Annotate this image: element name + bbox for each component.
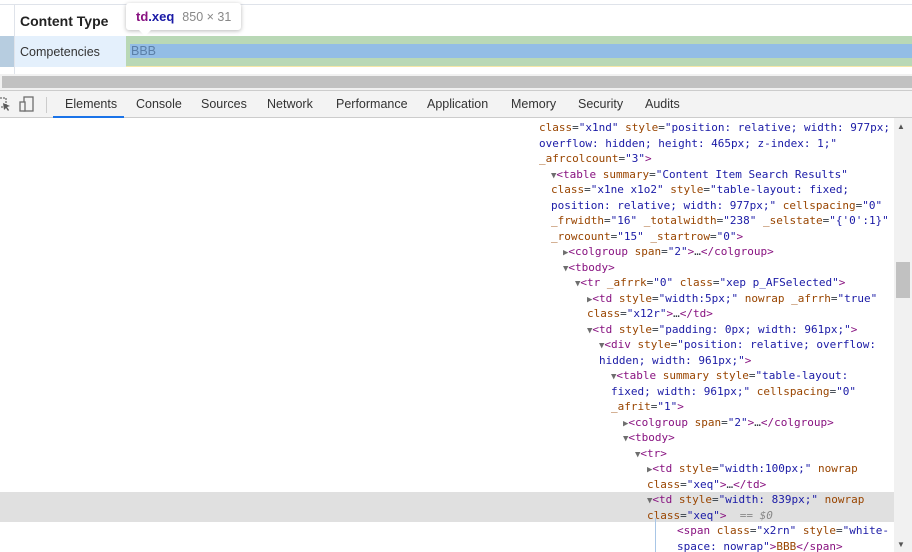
dom-line[interactable]: position: relative; width: 977px;" cells… xyxy=(551,198,882,214)
dom-vertical-scrollbar-thumb[interactable] xyxy=(896,262,910,298)
devtools-panel: Elements Console Sources Network Perform… xyxy=(0,90,912,552)
column-header-content-type: Content Type xyxy=(20,13,109,29)
page-horizontal-scrollbar-thumb[interactable] xyxy=(2,76,912,88)
dom-line[interactable]: class="xeq"> == $0 xyxy=(647,508,773,524)
cell-text: Competencies xyxy=(20,45,100,59)
tooltip-tag: td xyxy=(136,9,149,24)
device-toolbar-icon[interactable] xyxy=(19,96,35,112)
cell-value: BBB xyxy=(131,44,157,58)
dom-line[interactable]: hidden; width: 961px;"> xyxy=(599,353,751,369)
element-inspect-tooltip: td .xeq 850 × 31 xyxy=(126,3,242,30)
tab-network[interactable]: Network xyxy=(267,91,313,118)
tree-indent-guide xyxy=(655,518,656,552)
tab-audits[interactable]: Audits xyxy=(645,91,680,118)
table-cell-content-type[interactable]: Competencies xyxy=(15,36,126,67)
dom-line[interactable]: space: nowrap">BBB</span> xyxy=(677,539,843,552)
tab-memory[interactable]: Memory xyxy=(511,91,556,118)
row-bottom-border xyxy=(126,66,912,67)
tab-sources[interactable]: Sources xyxy=(201,91,247,118)
dom-line[interactable]: overflow: hidden; height: 465px; z-index… xyxy=(539,136,837,152)
dom-node-span[interactable]: <span class="x2rn" style="white- xyxy=(677,523,889,539)
tooltip-dimensions: 850 × 31 xyxy=(182,9,232,24)
dom-line[interactable]: class="x1nd" style="position: relative; … xyxy=(539,120,890,136)
tooltip-class: .xeq xyxy=(148,9,175,24)
dom-line[interactable]: class="x1ne x1o2" style="table-layout: f… xyxy=(551,182,849,198)
elements-dom-tree: class="x1nd" style="position: relative; … xyxy=(0,118,912,552)
scroll-up-arrow-icon[interactable]: ▲ xyxy=(897,122,905,131)
scroll-down-arrow-icon[interactable]: ▼ xyxy=(897,540,905,549)
tooltip-arrow xyxy=(138,29,152,36)
dom-line[interactable]: _afrit="1"> xyxy=(611,399,684,415)
dom-line[interactable]: _frwidth="16" _totalwidth="238" _selstat… xyxy=(551,213,889,229)
toolbar-separator xyxy=(46,97,47,113)
dom-line[interactable]: _rowcount="15" _startrow="0"> xyxy=(551,229,743,245)
dom-vertical-scrollbar[interactable] xyxy=(894,118,912,552)
tab-elements[interactable]: Elements xyxy=(65,91,117,118)
tab-application[interactable]: Application xyxy=(427,91,488,118)
inspect-element-icon[interactable] xyxy=(0,96,12,112)
tab-security[interactable]: Security xyxy=(578,91,623,118)
row-selector[interactable] xyxy=(0,36,14,67)
inspected-page: Content Type Competencies BBB td .xeq 850… xyxy=(0,0,912,74)
highlighted-td-xeq[interactable]: BBB xyxy=(126,36,912,67)
dom-line[interactable]: fixed; width: 961px;" cellspacing="0" xyxy=(611,384,856,400)
dom-line[interactable]: _afrcolcount="3"> xyxy=(539,151,652,167)
devtools-toolbar: Elements Console Sources Network Perform… xyxy=(0,90,912,118)
dom-line[interactable]: class="xeq">…</td> xyxy=(647,477,766,493)
tab-performance[interactable]: Performance xyxy=(336,91,408,118)
dom-line[interactable]: class="x12r">…</td> xyxy=(587,306,713,322)
tab-console[interactable]: Console xyxy=(136,91,182,118)
highlighted-content-box: BBB xyxy=(130,44,912,58)
